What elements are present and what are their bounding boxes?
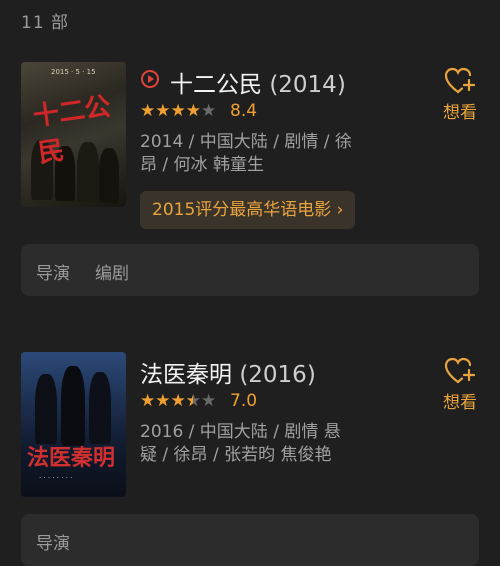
- crew-bar[interactable]: 导演: [21, 514, 479, 566]
- rating-value: 7.0: [230, 391, 258, 411]
- movie-meta: 2014 / 中国大陆 / 剧情 / 徐 昂 / 何冰 韩童生: [140, 132, 352, 175]
- writer-label: 编剧: [95, 264, 129, 284]
- result-count: 11 部: [21, 13, 70, 33]
- star-rating: ★★★★★: [140, 391, 216, 411]
- want-to-watch-label: 想看: [443, 103, 477, 123]
- director-label: 导演: [36, 534, 70, 554]
- poster-credit-text: · · · · · · · ·: [39, 474, 73, 482]
- award-button[interactable]: 2015评分最高华语电影 ›: [140, 191, 356, 229]
- want-to-watch-button[interactable]: 想看: [441, 66, 479, 123]
- want-to-watch-label: 想看: [443, 393, 477, 413]
- movie-meta: 2016 / 中国大陆 / 剧情 悬 疑 / 徐昂 / 张若昀 焦俊艳: [140, 422, 341, 465]
- movie-title[interactable]: 十二公民 (2014): [170, 65, 346, 99]
- poster-figure: [35, 374, 57, 444]
- poster-title: 法医秦明: [27, 445, 116, 471]
- director-label: 导演: [36, 264, 70, 284]
- movie-poster[interactable]: 法医秦明 · · · · · · · ·: [21, 352, 126, 497]
- heart-plus-icon: [444, 67, 476, 94]
- play-icon[interactable]: [141, 70, 159, 88]
- crew-bar[interactable]: 导演 编剧: [21, 244, 479, 296]
- poster-figure: [89, 372, 111, 444]
- poster-figure: [61, 366, 85, 446]
- want-to-watch-button[interactable]: 想看: [441, 356, 479, 413]
- movie-poster[interactable]: 2015 · 5 · 15 十二公民: [21, 62, 126, 207]
- poster-title: 十二公民: [31, 91, 113, 169]
- rating-value: 8.4: [230, 101, 258, 121]
- poster-date-text: 2015 · 5 · 15: [51, 68, 96, 76]
- movie-title[interactable]: 法医秦明 (2016): [140, 355, 316, 389]
- star-rating: ★★★★★: [140, 101, 217, 121]
- heart-plus-icon: [444, 357, 476, 384]
